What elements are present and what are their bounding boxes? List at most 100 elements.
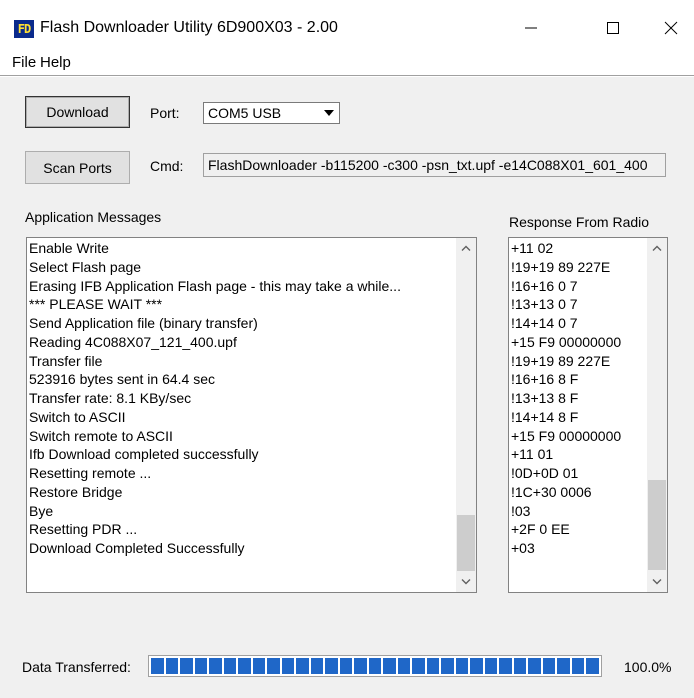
progress-segment [557,658,570,674]
response-line[interactable]: !19+19 89 227E [511,352,621,371]
title-bar: FD Flash Downloader Utility 6D900X03 - 2… [0,0,694,50]
response-line[interactable]: !16+16 8 F [511,370,621,389]
response-line[interactable]: !13+13 0 7 [511,295,621,314]
message-line[interactable]: Ifb Download completed successfully [29,445,401,464]
scroll-down-icon[interactable] [647,572,667,592]
response-scroll-thumb[interactable] [648,480,666,570]
response-line[interactable]: +2F 0 EE [511,520,621,539]
progress-segment [325,658,338,674]
progress-segment [383,658,396,674]
progress-segment [194,658,208,674]
response-list[interactable]: +11 02 !19+19 89 227E !16+16 0 7 !13+13 0 7… [508,237,668,593]
maximize-icon [607,22,619,34]
response-label: Response From Radio [509,214,650,230]
progress-segment [571,658,585,674]
progress-segment [412,658,425,674]
messages-label: Application Messages [25,209,162,225]
message-line[interactable]: *** PLEASE WAIT *** [29,295,401,314]
response-line[interactable]: !14+14 8 F [511,408,621,427]
progress-segment [238,658,251,674]
messages-list[interactable]: Enable Write Select Flash page Erasing IFB… [26,237,477,593]
response-line[interactable]: +03 [511,539,621,558]
progress-segment [484,658,498,674]
response-line[interactable]: !1C+30 0006 [511,483,621,502]
response-line[interactable]: +11 01 [511,445,621,464]
messages-scrollbar[interactable] [456,238,476,592]
maximize-button[interactable] [590,10,636,46]
scan-ports-button[interactable]: Scan Ports [25,151,130,184]
messages-scroll-thumb[interactable] [457,515,475,571]
response-line[interactable]: +15 F9 00000000 [511,427,621,446]
progress-segment [542,658,556,674]
progress-segment [223,658,237,674]
progress-segment [339,658,353,674]
scroll-down-icon[interactable] [456,572,476,592]
window-title: Flash Downloader Utility 6D900X03 - 2.00 [40,19,338,36]
message-line[interactable]: Bye [29,502,401,521]
port-value: COM5 USB [208,105,282,121]
app-icon: FD [14,20,34,38]
progress-segment [209,658,222,674]
progress-segment [180,658,193,674]
message-line[interactable]: Send Application file (binary transfer) [29,314,401,333]
message-line[interactable]: Resetting remote ... [29,464,401,483]
message-line[interactable]: Enable Write [29,239,401,258]
progress-segment [455,658,469,674]
message-line[interactable]: Switch to ASCII [29,408,401,427]
chevron-down-icon[interactable] [321,105,337,121]
progress-segment [426,658,440,674]
cmd-field[interactable]: FlashDownloader -b115200 -c300 -psn_txt.… [203,153,666,177]
message-line[interactable]: 523916 bytes sent in 64.4 sec [29,370,401,389]
progress-segment [267,658,280,674]
response-line[interactable]: +15 F9 00000000 [511,333,621,352]
progress-segment [397,658,411,674]
message-line[interactable]: Download Completed Successfully [29,539,401,558]
messages-lines: Enable Write Select Flash page Erasing IFB… [29,239,401,558]
message-line[interactable]: Switch remote to ASCII [29,427,401,446]
port-select[interactable]: COM5 USB [203,102,340,124]
minimize-icon [525,27,537,29]
progress-segment [499,658,512,674]
response-lines: +11 02 !19+19 89 227E !16+16 0 7 !13+13 0 7… [511,239,621,558]
progress-segment [310,658,324,674]
progress-segment [165,658,179,674]
menu-bar: File Help [0,50,694,76]
response-line[interactable]: !03 [511,502,621,521]
response-line[interactable]: !14+14 0 7 [511,314,621,333]
response-line[interactable]: !0D+0D 01 [511,464,621,483]
message-line[interactable]: Erasing IFB Application Flash page - thi… [29,277,401,296]
response-line[interactable]: !16+16 0 7 [511,277,621,296]
message-line[interactable]: Reading 4C088X07_121_400.upf [29,333,401,352]
message-line[interactable]: Restore Bridge [29,483,401,502]
port-label: Port: [150,105,180,121]
progress-segment [151,658,164,674]
response-line[interactable]: !19+19 89 227E [511,258,621,277]
progress-segment [354,658,367,674]
progress-bar [148,655,602,677]
progress-segment [528,658,541,674]
progress-segment [368,658,382,674]
message-line[interactable]: Transfer file [29,352,401,371]
progress-segment [252,658,266,674]
response-scrollbar[interactable] [647,238,667,592]
cmd-value: FlashDownloader -b115200 -c300 -psn_txt.… [208,157,648,173]
progress-percent: 100.0% [624,659,672,675]
message-line[interactable]: Resetting PDR ... [29,520,401,539]
progress-segment [586,658,599,674]
response-line[interactable]: !13+13 8 F [511,389,621,408]
download-button[interactable]: Download [25,96,130,128]
main-panel: Download Port: COM5 USB Scan Ports Cmd: … [0,77,694,698]
message-line[interactable]: Transfer rate: 8.1 KBy/sec [29,389,401,408]
minimize-button[interactable] [508,10,554,46]
menu-file[interactable]: File [12,54,36,71]
menu-help[interactable]: Help [40,54,71,71]
scroll-up-icon[interactable] [456,238,476,258]
message-line[interactable]: Select Flash page [29,258,401,277]
close-button[interactable] [648,10,694,46]
cmd-label: Cmd: [150,158,184,174]
scroll-up-icon[interactable] [647,238,667,258]
data-transferred-label: Data Transferred: [22,659,131,675]
progress-segment [513,658,527,674]
progress-segment [470,658,483,674]
response-line[interactable]: +11 02 [511,239,621,258]
